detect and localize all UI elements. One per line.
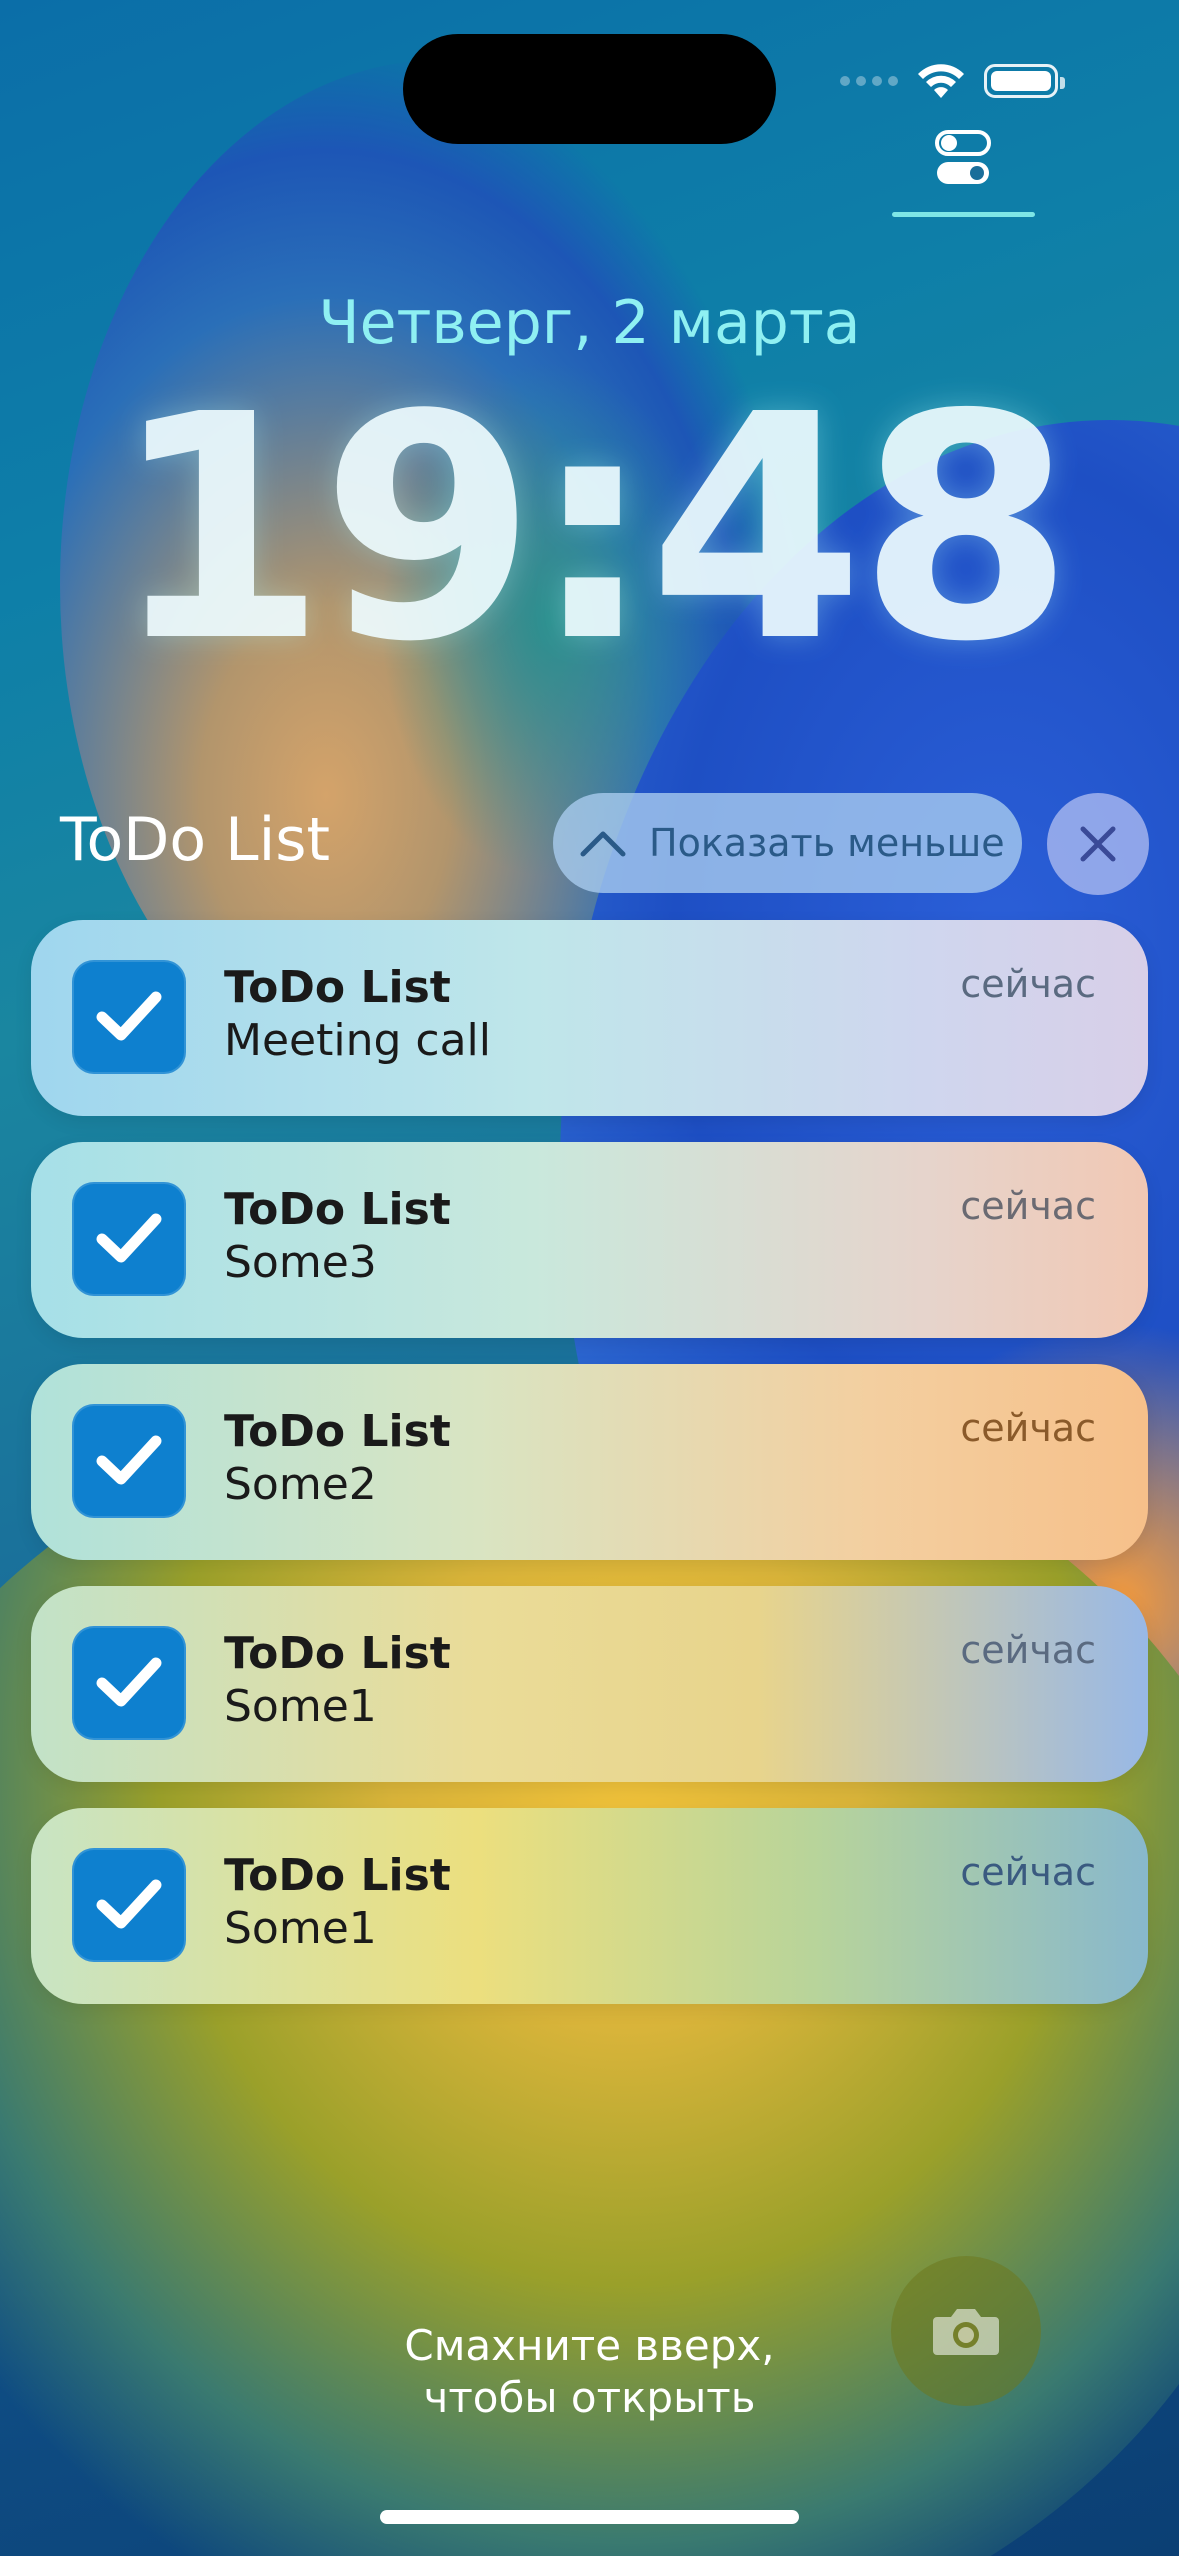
notification-card[interactable]: ToDo List Some1 сейчас bbox=[31, 1808, 1148, 2004]
lock-date: Четверг, 2 марта bbox=[318, 288, 861, 358]
status-bar-right bbox=[840, 62, 1065, 100]
focus-toggle-icon[interactable] bbox=[935, 128, 991, 188]
notification-time: сейчас bbox=[960, 1184, 1096, 1228]
notification-body: Meeting call bbox=[224, 1015, 491, 1066]
home-indicator[interactable] bbox=[380, 2510, 799, 2524]
notification-time: сейчас bbox=[960, 1406, 1096, 1450]
notification-app-name: ToDo List bbox=[224, 962, 451, 1013]
checkbox-check-icon bbox=[72, 1848, 186, 1962]
notification-time: сейчас bbox=[960, 1850, 1096, 1894]
close-icon bbox=[1080, 826, 1116, 862]
clear-group-button[interactable] bbox=[1047, 793, 1149, 895]
swipe-hint-line1: Смахните вверх, bbox=[404, 2321, 775, 2370]
notification-card[interactable]: ToDo List Some1 сейчас bbox=[31, 1586, 1148, 1782]
notification-app-name: ToDo List bbox=[224, 1406, 451, 1457]
show-less-label: Показать меньше bbox=[649, 821, 1005, 865]
notification-body: Some1 bbox=[224, 1903, 377, 1954]
notification-group-title: ToDo List bbox=[60, 805, 331, 875]
notification-body: Some3 bbox=[224, 1237, 377, 1288]
swipe-up-hint: Смахните вверх, чтобы открыть bbox=[0, 2320, 1179, 2424]
wifi-icon bbox=[918, 64, 964, 98]
signal-dots-icon bbox=[840, 76, 898, 86]
dynamic-island bbox=[403, 34, 776, 144]
notification-body: Some1 bbox=[224, 1681, 377, 1732]
lock-time: 19:48 bbox=[111, 349, 1074, 710]
notification-card[interactable]: ToDo List Some3 сейчас bbox=[31, 1142, 1148, 1338]
notification-time: сейчас bbox=[960, 962, 1096, 1006]
show-less-button[interactable]: Показать меньше bbox=[553, 793, 1022, 893]
notification-card[interactable]: ToDo List Some2 сейчас bbox=[31, 1364, 1148, 1560]
notification-card[interactable]: ToDo List Meeting call сейчас bbox=[31, 920, 1148, 1116]
notification-app-name: ToDo List bbox=[224, 1184, 451, 1235]
checkbox-check-icon bbox=[72, 960, 186, 1074]
battery-icon bbox=[984, 64, 1065, 98]
checkbox-check-icon bbox=[72, 1626, 186, 1740]
checkbox-check-icon bbox=[72, 1182, 186, 1296]
notification-body: Some2 bbox=[224, 1459, 377, 1510]
chevron-up-icon bbox=[580, 831, 626, 857]
notification-time: сейчас bbox=[960, 1628, 1096, 1672]
checkbox-check-icon bbox=[72, 1404, 186, 1518]
notification-app-name: ToDo List bbox=[224, 1628, 451, 1679]
focus-indicator-line bbox=[892, 212, 1035, 217]
swipe-hint-line2: чтобы открыть bbox=[423, 2373, 756, 2422]
notification-app-name: ToDo List bbox=[224, 1850, 451, 1901]
